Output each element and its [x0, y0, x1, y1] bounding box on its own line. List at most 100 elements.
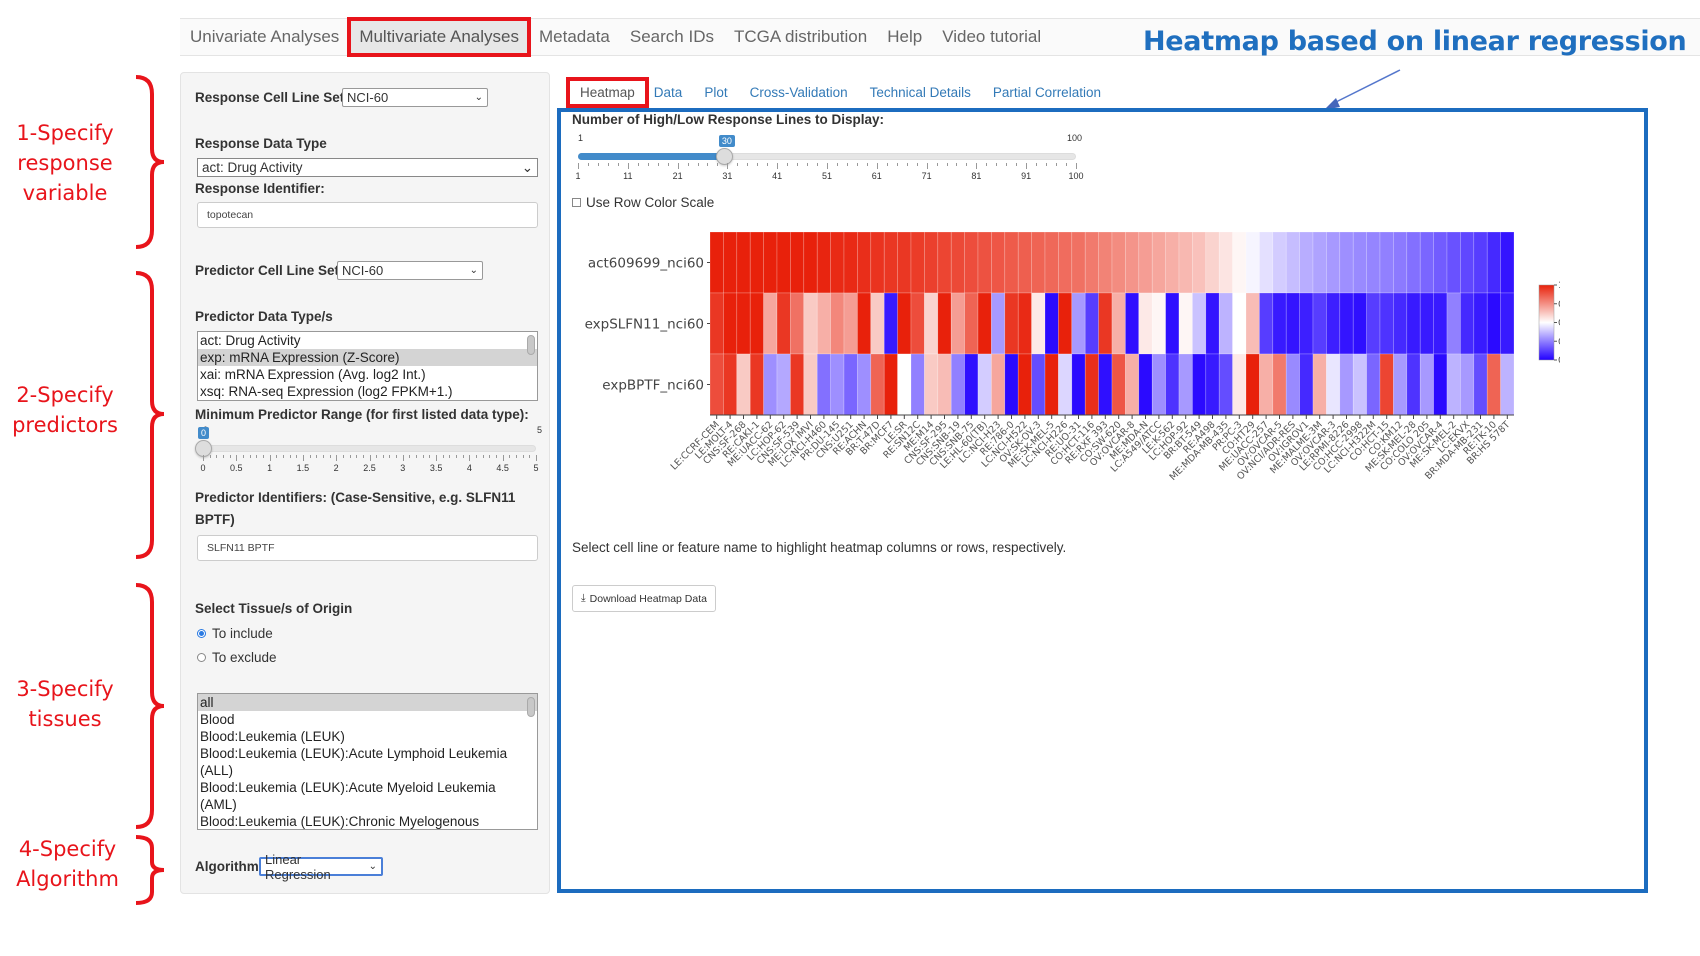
heatmap-cell[interactable] [870, 353, 885, 416]
heatmap-cell[interactable] [1379, 231, 1394, 294]
nav-item-help[interactable]: Help [877, 19, 932, 55]
heatmap-cell[interactable] [803, 353, 818, 416]
heatmap-cell[interactable] [1058, 292, 1073, 355]
heatmap-cell[interactable] [1419, 292, 1434, 355]
heatmap-cell[interactable] [1299, 231, 1314, 294]
nav-item-tcga-distribution[interactable]: TCGA distribution [724, 19, 877, 55]
heatmap-cell[interactable] [1031, 292, 1046, 355]
heatmap-cell[interactable] [723, 292, 738, 355]
heatmap-cell[interactable] [1245, 231, 1260, 294]
heatmap-cell[interactable] [991, 353, 1006, 416]
heatmap-cell[interactable] [1178, 353, 1193, 416]
heatmap-cell[interactable] [1285, 231, 1300, 294]
heatmap-cell[interactable] [1138, 231, 1153, 294]
heatmap-cell[interactable] [803, 292, 818, 355]
heatmap-cell[interactable] [1071, 231, 1086, 294]
heatmap-cell[interactable] [790, 292, 805, 355]
heatmap-cell[interactable] [937, 231, 952, 294]
heatmap-cell[interactable] [1084, 292, 1099, 355]
heatmap-cell[interactable] [937, 353, 952, 416]
heatmap-cell[interactable] [1473, 231, 1488, 294]
heatmap-cell[interactable] [843, 292, 858, 355]
heatmap-cell[interactable] [1285, 353, 1300, 416]
heatmap-cell[interactable] [1339, 231, 1354, 294]
heatmap-cell[interactable] [1406, 231, 1421, 294]
heatmap-cell[interactable] [1044, 292, 1059, 355]
heatmap-cell[interactable] [830, 231, 845, 294]
heatmap-cell[interactable] [1165, 231, 1180, 294]
heatmap-cell[interactable] [749, 292, 764, 355]
response-cell-line-set-select[interactable]: NCI-60 ⌄ [342, 88, 488, 107]
radio-button[interactable] [197, 653, 206, 662]
heatmap-cell[interactable] [1473, 292, 1488, 355]
heatmap-cell[interactable] [1326, 353, 1341, 416]
tab-cross-validation[interactable]: Cross-Validation [739, 85, 859, 100]
listbox-option[interactable]: xsq: RNA-seq Expression (log2 FPKM+1.) [198, 383, 537, 400]
heatmap-cell[interactable] [897, 231, 912, 294]
heatmap-cell[interactable] [1098, 353, 1113, 416]
heatmap-cell[interactable] [1125, 353, 1140, 416]
heatmap-cell[interactable] [776, 353, 791, 416]
heatmap-cell[interactable] [1044, 353, 1059, 416]
heatmap-cell[interactable] [991, 292, 1006, 355]
heatmap-cell[interactable] [897, 292, 912, 355]
heatmap-cell[interactable] [857, 231, 872, 294]
tissues-listbox[interactable]: all Blood Blood:Leukemia (LEUK) Blood:Leuke… [197, 693, 538, 830]
heatmap-cell[interactable] [1339, 292, 1354, 355]
heatmap-cell[interactable] [1500, 292, 1515, 355]
heatmap-cell[interactable] [1486, 231, 1501, 294]
heatmap-cell[interactable] [1285, 292, 1300, 355]
tab-partial-correlation[interactable]: Partial Correlation [982, 85, 1112, 100]
heatmap-cell[interactable] [723, 353, 738, 416]
heatmap-cell[interactable] [816, 353, 831, 416]
heatmap-cell[interactable] [910, 231, 925, 294]
heatmap-cell[interactable] [924, 353, 939, 416]
heatmap-cell[interactable] [1312, 292, 1327, 355]
heatmap-cell[interactable] [1446, 353, 1461, 416]
heatmap-cell[interactable] [709, 231, 724, 294]
heatmap-cell[interactable] [1205, 292, 1220, 355]
tab-technical-details[interactable]: Technical Details [859, 85, 982, 100]
tab-heatmap[interactable]: Heatmap [566, 76, 649, 108]
heatmap-cell[interactable] [1165, 292, 1180, 355]
heatmap-cell[interactable] [1352, 231, 1367, 294]
heatmap-cell[interactable] [1460, 231, 1475, 294]
heatmap-cell[interactable] [1486, 292, 1501, 355]
heatmap-cell[interactable] [1259, 231, 1274, 294]
heatmap-cell[interactable] [1098, 292, 1113, 355]
heatmap-cell[interactable] [803, 231, 818, 294]
nav-item-video-tutorial[interactable]: Video tutorial [932, 19, 1051, 55]
heatmap-cell[interactable] [1071, 292, 1086, 355]
heatmap-cell[interactable] [1245, 353, 1260, 416]
heatmap-cell[interactable] [1017, 292, 1032, 355]
heatmap-cell[interactable] [1299, 353, 1314, 416]
heatmap-cell[interactable] [1460, 353, 1475, 416]
heatmap-cell[interactable] [924, 231, 939, 294]
heatmap-cell[interactable] [1486, 353, 1501, 416]
heatmap-cell[interactable] [964, 231, 979, 294]
heatmap-cell[interactable] [883, 231, 898, 294]
heatmap-cell[interactable] [1500, 231, 1515, 294]
heatmap-cell[interactable] [870, 292, 885, 355]
heatmap-cell[interactable] [723, 231, 738, 294]
heatmap-cell[interactable] [1084, 231, 1099, 294]
heatmap-cell[interactable] [977, 231, 992, 294]
listbox-option[interactable]: Blood:Leukemia (LEUK):Acute Lymphoid Leu… [198, 745, 537, 779]
listbox-option[interactable]: xai: mRNA Expression (Avg. log2 Int.) [198, 366, 537, 383]
heatmap-cell[interactable] [1393, 353, 1408, 416]
heatmap-cell[interactable] [709, 292, 724, 355]
heatmap-cell[interactable] [977, 292, 992, 355]
checkbox-box[interactable] [572, 198, 581, 207]
heatmap-cell[interactable] [1312, 231, 1327, 294]
nav-item-univariate-analyses[interactable]: Univariate Analyses [180, 19, 349, 55]
listbox-option[interactable]: Blood:Leukemia (LEUK) [198, 728, 537, 745]
heatmap-cell[interactable] [1406, 292, 1421, 355]
tissue-mode-radio-include[interactable]: To include [197, 626, 273, 641]
predictor-identifiers-input[interactable]: SLFN11 BPTF [197, 535, 538, 561]
heatmap-cell[interactable] [1111, 353, 1126, 416]
heatmap-cell[interactable] [857, 353, 872, 416]
heatmap-cell[interactable] [776, 231, 791, 294]
heatmap-cell[interactable] [937, 292, 952, 355]
heatmap-cell[interactable] [950, 353, 965, 416]
heatmap-cell[interactable] [1299, 292, 1314, 355]
